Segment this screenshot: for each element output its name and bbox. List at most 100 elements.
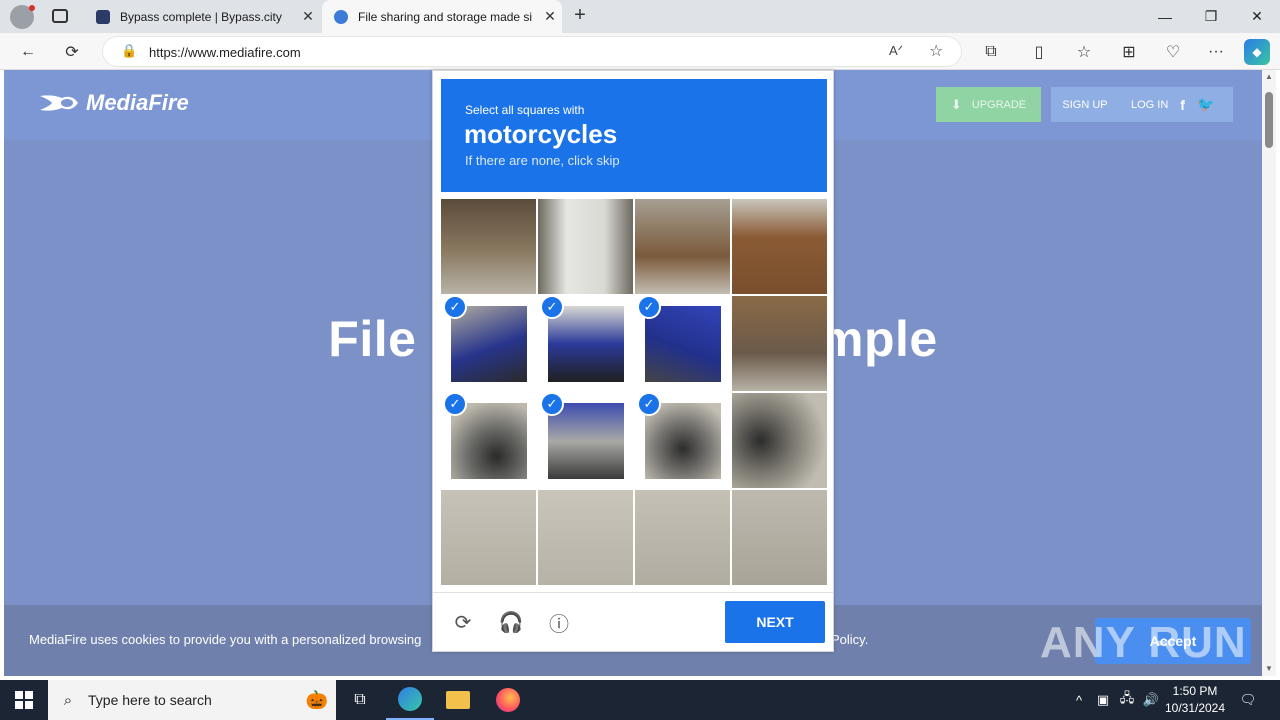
tab-mediafire[interactable]: File sharing and storage made si ✕ <box>322 0 562 33</box>
facebook-icon[interactable]: f <box>1180 97 1185 113</box>
scroll-up-icon[interactable]: ▲ <box>1265 72 1273 81</box>
upgrade-label: UPGRADE <box>971 98 1027 111</box>
upgrade-button[interactable]: ⬇ UPGRADE <box>936 87 1041 122</box>
tab-title: Bypass complete | Bypass.city <box>120 9 282 24</box>
page-scrollbar[interactable]: ▲ ▼ <box>1262 70 1276 676</box>
address-bar[interactable]: 🔒 https://www.mediafire.com Aᐟ ☆ <box>102 36 962 67</box>
edge-logo-icon <box>398 687 422 711</box>
url-text: https://www.mediafire.com <box>149 45 301 60</box>
audio-challenge-icon[interactable]: 🎧 <box>496 607 526 637</box>
upgrade-icon: ⬇ <box>950 96 962 112</box>
captcha-tile-image <box>548 403 624 479</box>
selected-check-icon: ✓ <box>443 295 467 319</box>
captcha-tile[interactable] <box>441 490 536 585</box>
login-button[interactable]: LOG IN f 🐦 <box>1119 87 1233 122</box>
captcha-tile-image <box>645 306 721 382</box>
favorites-icon[interactable]: ☆ <box>1071 39 1097 65</box>
captcha-tile-image <box>732 199 827 294</box>
search-placeholder: Type here to search <box>88 692 212 708</box>
mediafire-flame-icon <box>40 95 78 111</box>
captcha-tile-image <box>645 403 721 479</box>
captcha-tile[interactable]: ✓ <box>635 392 730 488</box>
minimize-button[interactable]: — <box>1142 0 1188 33</box>
start-button[interactable] <box>0 680 48 720</box>
lock-icon: 🔒 <box>121 43 138 58</box>
tray-device-icon[interactable]: ▣ <box>1092 680 1114 720</box>
close-tab-icon[interactable]: ✕ <box>296 8 320 25</box>
anyrun-watermark: ANY RUN <box>1040 618 1247 667</box>
captcha-tile[interactable] <box>635 490 730 585</box>
next-button[interactable]: NEXT <box>725 601 825 643</box>
twitter-icon[interactable]: 🐦 <box>1197 96 1214 113</box>
tab-bypass[interactable]: Bypass complete | Bypass.city ✕ <box>84 0 320 33</box>
tray-chevron-icon[interactable]: ^ <box>1068 680 1090 720</box>
captcha-image-grid: ✓ ✓ ✓ ✓ ✓ ✓ <box>441 199 827 585</box>
back-icon[interactable]: ← <box>15 39 41 65</box>
captcha-tile-image <box>635 490 730 585</box>
captcha-tile-image <box>732 296 827 391</box>
info-icon[interactable]: ⓘ <box>544 607 574 637</box>
windows-taskbar: ⌕ Type here to search 🎃 ⧉ ^ ▣ 🖧 🔊 1:50 P… <box>0 680 1280 720</box>
folder-icon <box>446 691 470 709</box>
copilot-icon[interactable]: ◆ <box>1244 39 1270 65</box>
captcha-tile[interactable] <box>538 490 633 585</box>
captcha-tile-image <box>548 306 624 382</box>
browser-tab-bar: Bypass complete | Bypass.city ✕ File sha… <box>0 0 1280 33</box>
selected-check-icon: ✓ <box>637 295 661 319</box>
browser-toolbar: ← ⟳ 🔒 https://www.mediafire.com Aᐟ ☆ ⧉ ▯… <box>0 33 1280 70</box>
notification-dot <box>29 5 35 11</box>
login-label: LOG IN <box>1131 98 1169 111</box>
logo-text: MediaFire <box>86 90 189 115</box>
restore-button[interactable]: ❐ <box>1188 0 1234 33</box>
captcha-tile[interactable] <box>732 296 827 391</box>
network-icon[interactable]: 🖧 <box>1116 680 1138 720</box>
captcha-tile[interactable] <box>732 199 827 294</box>
clock-date: 10/31/2024 <box>1164 701 1226 715</box>
signup-button[interactable]: SIGN UP <box>1051 87 1119 122</box>
captcha-tile-image <box>441 199 536 294</box>
read-aloud-icon[interactable]: Aᐟ <box>889 43 903 59</box>
captcha-tile[interactable]: ✓ <box>538 295 633 391</box>
captcha-tile-image <box>635 199 730 294</box>
file-explorer-icon[interactable] <box>434 680 482 720</box>
scrollbar-thumb[interactable] <box>1265 92 1273 148</box>
favorite-star-icon[interactable]: ☆ <box>929 41 943 61</box>
taskbar-search-box[interactable]: ⌕ Type here to search 🎃 <box>48 680 336 720</box>
notifications-icon[interactable]: 🗨 <box>1236 680 1260 720</box>
captcha-tile[interactable] <box>538 199 633 294</box>
captcha-tile-image <box>732 393 827 488</box>
captcha-tile[interactable] <box>635 199 730 294</box>
cookie-policy-link[interactable]: Policy. <box>831 632 868 647</box>
new-tab-button[interactable]: + <box>568 4 592 28</box>
mediafire-logo[interactable]: MediaFire <box>38 90 189 116</box>
firefox-icon[interactable] <box>484 680 532 720</box>
firefox-logo-icon <box>496 688 520 712</box>
selected-check-icon: ✓ <box>540 295 564 319</box>
captcha-tile[interactable]: ✓ <box>441 392 536 488</box>
system-clock[interactable]: 1:50 PM 10/31/2024 <box>1160 683 1230 717</box>
captcha-tile[interactable] <box>441 199 536 294</box>
captcha-tile[interactable] <box>732 393 827 488</box>
captcha-tile[interactable]: ✓ <box>635 295 730 391</box>
collections-icon[interactable]: ⊞ <box>1116 39 1142 65</box>
task-view-icon[interactable]: ⧉ <box>336 680 384 720</box>
bypass-favicon-icon <box>96 9 110 24</box>
split-screen-icon[interactable]: ▯ <box>1026 39 1052 65</box>
tab-actions-icon[interactable] <box>52 9 68 23</box>
captcha-tile-image <box>538 199 633 294</box>
browser-essentials-icon[interactable]: ♡ <box>1160 39 1186 65</box>
captcha-tile[interactable] <box>732 490 827 585</box>
refresh-icon[interactable]: ⟳ <box>59 39 85 65</box>
edge-taskbar-icon[interactable] <box>386 680 434 720</box>
captcha-footer-divider <box>433 592 833 593</box>
close-tab-icon[interactable]: ✕ <box>538 8 562 25</box>
more-menu-icon[interactable]: ··· <box>1203 39 1229 65</box>
captcha-tile[interactable]: ✓ <box>441 295 536 391</box>
reload-icon[interactable]: ⟳ <box>448 607 478 637</box>
selected-check-icon: ✓ <box>540 392 564 416</box>
captcha-tile[interactable]: ✓ <box>538 392 633 488</box>
volume-icon[interactable]: 🔊 <box>1140 680 1162 720</box>
scroll-down-icon[interactable]: ▼ <box>1265 664 1273 673</box>
extensions-icon[interactable]: ⧉ <box>978 39 1004 65</box>
close-window-button[interactable]: ✕ <box>1234 0 1280 33</box>
